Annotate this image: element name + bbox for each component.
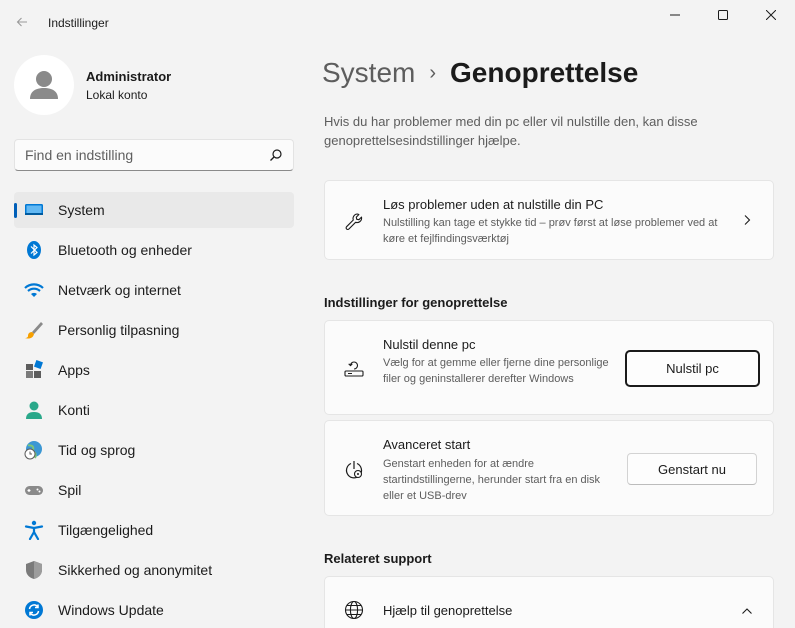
wrench-icon (343, 211, 365, 233)
close-icon (766, 10, 776, 20)
sidebar-item-label: Spil (58, 482, 82, 498)
page-title: Genoprettelse (450, 57, 639, 88)
wifi-icon (24, 280, 44, 300)
sidebar-item-label: Windows Update (58, 602, 164, 618)
window-controls (651, 0, 795, 30)
search-input[interactable] (15, 140, 255, 170)
recovery-help-title: Hjælp til genoprettelse (383, 603, 513, 618)
windows-update-icon (24, 600, 44, 620)
reset-pc-button[interactable]: Nulstil pc (625, 350, 760, 387)
close-button[interactable] (747, 0, 795, 30)
reset-pc-card: Nulstil denne pc Vælg for at gemme eller… (324, 320, 774, 415)
sidebar-item-time-language[interactable]: Tid og sprog (14, 432, 294, 468)
sidebar-item-gaming[interactable]: Spil (14, 472, 294, 508)
reset-pc-title: Nulstil denne pc (383, 337, 476, 352)
troubleshoot-card[interactable]: Løs problemer uden at nulstille din PC N… (324, 180, 774, 260)
gaming-icon (24, 480, 44, 500)
sidebar-item-network[interactable]: Netværk og internet (14, 272, 294, 308)
account-icon (24, 400, 44, 420)
user-avatar-icon (30, 71, 58, 99)
sidebar-item-apps[interactable]: Apps (14, 352, 294, 388)
minimize-button[interactable] (651, 0, 699, 30)
breadcrumb: System › Genoprettelse (322, 57, 638, 89)
sidebar-item-bluetooth[interactable]: Bluetooth og enheder (14, 232, 294, 268)
brush-icon (24, 320, 44, 340)
reset-pc-description: Vælg for at gemme eller fjerne dine pers… (383, 357, 609, 385)
advanced-startup-description: Genstart enheden for at ændre startindst… (383, 458, 601, 502)
chevron-right-icon (744, 215, 751, 225)
sidebar-item-personalization[interactable]: Personlig tilpasning (14, 312, 294, 348)
sidebar-item-accounts[interactable]: Konti (14, 392, 294, 428)
page-description: Hvis du har problemer med din pc eller v… (324, 114, 698, 148)
sidebar-item-label: Netværk og internet (58, 282, 181, 298)
shield-icon (24, 560, 44, 580)
search-icon[interactable] (269, 148, 283, 162)
sidebar-item-label: Konti (58, 402, 90, 418)
sidebar-item-label: Apps (58, 362, 90, 378)
sidebar-item-label: Personlig tilpasning (58, 322, 180, 338)
related-support-header: Relateret support (324, 551, 432, 566)
title-bar: Indstillinger (0, 0, 795, 44)
breadcrumb-parent-link[interactable]: System (322, 57, 415, 89)
search-box[interactable] (14, 139, 294, 171)
troubleshoot-description: Nulstilling kan tage et stykke tid – prø… (383, 217, 718, 245)
profile-account-type: Lokal konto (86, 87, 148, 102)
maximize-button[interactable] (699, 0, 747, 30)
recovery-settings-header: Indstillinger for genoprettelse (324, 295, 508, 310)
user-profile[interactable]: Administrator Lokal konto (14, 55, 171, 115)
breadcrumb-separator: › (429, 61, 437, 84)
sidebar-item-system[interactable]: System (14, 192, 294, 228)
sidebar-item-label: System (58, 202, 105, 218)
bluetooth-icon (24, 240, 44, 260)
sidebar-nav: System Bluetooth og enheder Netværk og i… (14, 192, 294, 628)
advanced-startup-icon (343, 459, 365, 481)
back-arrow-icon (16, 17, 27, 27)
profile-name: Administrator (86, 68, 172, 84)
globe-icon (343, 599, 365, 621)
reset-pc-icon (343, 358, 365, 380)
maximize-icon (718, 10, 728, 20)
sidebar-item-label: Tid og sprog (58, 442, 136, 458)
chevron-up-icon[interactable] (741, 605, 753, 617)
apps-icon (24, 360, 44, 380)
advanced-startup-card: Avanceret start Genstart enheden for at … (324, 420, 774, 516)
sidebar-item-accessibility[interactable]: Tilgængelighed (14, 512, 294, 548)
recovery-help-card[interactable]: Hjælp til genoprettelse (324, 576, 774, 628)
sidebar-item-privacy-security[interactable]: Sikkerhed og anonymitet (14, 552, 294, 588)
minimize-icon (670, 14, 680, 16)
sidebar-item-label: Bluetooth og enheder (58, 242, 192, 258)
back-button[interactable] (10, 10, 34, 34)
sidebar-item-label: Sikkerhed og anonymitet (58, 562, 213, 578)
avatar (14, 55, 74, 115)
sidebar-item-label: Tilgængelighed (58, 522, 154, 538)
app-title: Indstillinger (48, 16, 109, 30)
restart-now-button[interactable]: Genstart nu (627, 453, 757, 485)
accessibility-icon (24, 520, 44, 540)
troubleshoot-title: Løs problemer uden at nulstille din PC (383, 197, 604, 212)
time-language-icon (24, 440, 44, 460)
system-icon (24, 200, 44, 220)
advanced-startup-title: Avanceret start (383, 437, 471, 452)
sidebar-item-windows-update[interactable]: Windows Update (14, 592, 294, 628)
